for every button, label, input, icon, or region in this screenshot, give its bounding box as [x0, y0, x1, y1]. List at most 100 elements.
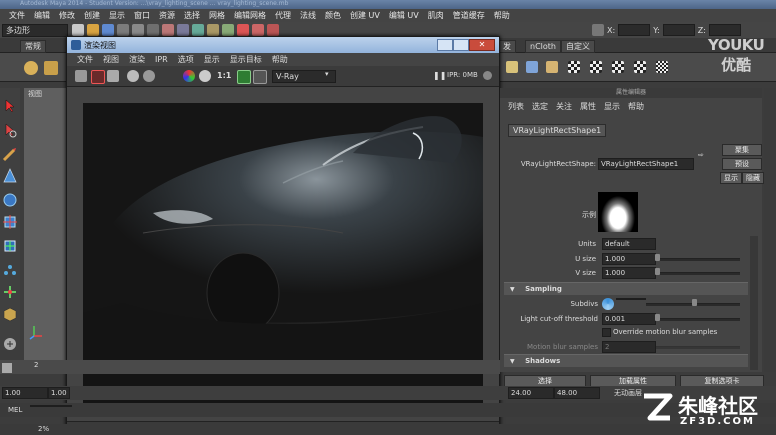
select-component-icon[interactable] [147, 24, 159, 36]
maya-menu-item-7[interactable]: 选择 [184, 10, 200, 21]
render-menu-item-5[interactable]: 显示 [204, 54, 220, 65]
u-size-slider[interactable] [656, 258, 740, 261]
render-menu-item-2[interactable]: 渲染 [129, 54, 145, 65]
ipr-icon[interactable] [127, 70, 139, 82]
shadows-section-header[interactable]: ▼ Shadows [504, 354, 748, 367]
motion-samples-slider[interactable] [656, 346, 740, 349]
remove-image-icon[interactable] [253, 70, 267, 84]
subdivs-slider-knob[interactable] [692, 299, 697, 306]
rotate-tool-icon[interactable] [2, 192, 18, 208]
ratio-label[interactable]: 1:1 [217, 71, 231, 80]
u-size-field[interactable]: 1.000 [602, 253, 656, 265]
maya-menu-item-3[interactable]: 创建 [84, 10, 100, 21]
mask-icon[interactable] [162, 24, 174, 36]
show-manip-icon[interactable] [2, 284, 18, 300]
override-checkbox[interactable] [602, 328, 611, 337]
motion-samples-field[interactable]: 2 [602, 341, 656, 353]
maya-menu-item-10[interactable]: 代理 [275, 10, 291, 21]
ae-menu-item-0[interactable]: 列表 [508, 101, 524, 112]
soft-mod-tool-icon[interactable] [2, 262, 18, 278]
cube-shelf-icon[interactable] [44, 61, 58, 75]
maya-menu-item-16[interactable]: 管道缓存 [453, 10, 485, 21]
manipulator-tool-icon[interactable] [2, 238, 18, 254]
maximize-button[interactable] [453, 39, 469, 51]
render-region-icon[interactable] [91, 70, 105, 84]
select-tool-icon[interactable] [2, 98, 18, 114]
cutoff-field[interactable]: 0.001 [602, 313, 656, 325]
maya-menu-item-12[interactable]: 颜色 [325, 10, 341, 21]
u-size-slider-knob[interactable] [655, 254, 660, 261]
checker-icon-2[interactable] [590, 61, 602, 73]
snap-grid-icon[interactable] [177, 24, 189, 36]
refresh-ipr-icon[interactable] [143, 70, 155, 82]
maya-menu-item-13[interactable]: 创建 UV [350, 10, 380, 21]
select-hierarchy-icon[interactable] [117, 24, 129, 36]
pause-icon[interactable]: ❚❚ [433, 71, 446, 80]
hide-button[interactable]: 隐藏 [742, 172, 764, 184]
move-tool-icon[interactable] [2, 168, 18, 184]
sampling-section-header[interactable]: ▼ Sampling [504, 282, 748, 295]
save-scene-icon[interactable] [102, 24, 114, 36]
ae-menu-item-3[interactable]: 属性 [580, 101, 596, 112]
render-settings-icon[interactable] [267, 24, 279, 36]
shelf-tab-partial[interactable]: 发 [498, 40, 516, 53]
maya-menu-item-8[interactable]: 网格 [209, 10, 225, 21]
redo-render-icon[interactable] [75, 70, 87, 82]
render-icon[interactable] [237, 24, 249, 36]
maya-menu-item-5[interactable]: 窗口 [134, 10, 150, 21]
ae-menu-item-1[interactable]: 选定 [532, 101, 548, 112]
mode-dropdown[interactable]: 多边形 [2, 24, 68, 37]
range-start-field[interactable]: 1.00 [48, 387, 70, 399]
rgb-channels-icon[interactable] [183, 70, 195, 82]
maya-menu-item-1[interactable]: 编辑 [34, 10, 50, 21]
ae-menu-item-5[interactable]: 帮助 [628, 101, 644, 112]
ae-menu-item-2[interactable]: 关注 [556, 101, 572, 112]
ipr-render-icon[interactable] [252, 24, 264, 36]
vray-light-icon[interactable] [506, 61, 518, 73]
current-time-marker[interactable] [2, 363, 12, 373]
end-time-field[interactable]: 48.00 [554, 387, 600, 399]
node-name-field[interactable]: VRayLightRectShape1 [598, 158, 694, 170]
close-button[interactable]: ✕ [469, 39, 495, 51]
snap-point-icon[interactable] [207, 24, 219, 36]
ae-scrollbar[interactable] [750, 236, 758, 370]
sphere-shelf-icon[interactable] [24, 61, 38, 75]
shelf-tab-general[interactable]: 常规 [20, 40, 46, 53]
maya-menu-item-2[interactable]: 修改 [59, 10, 75, 21]
checker-icon-3[interactable] [612, 61, 624, 73]
shelf-tab-ncloth[interactable]: nCloth [525, 40, 561, 53]
node-tab[interactable]: VRayLightRectShape1 [508, 124, 607, 137]
render-menu-item-7[interactable]: 帮助 [272, 54, 288, 65]
maya-menu-item-0[interactable]: 文件 [9, 10, 25, 21]
v-size-slider-knob[interactable] [655, 268, 660, 275]
checker-icon-4[interactable] [634, 61, 646, 73]
time-slider[interactable]: 2 [0, 360, 500, 374]
checker-icon-5[interactable] [656, 61, 668, 73]
history-icon[interactable] [222, 24, 234, 36]
subdivs-field[interactable] [616, 298, 646, 300]
cutoff-slider-knob[interactable] [655, 314, 660, 321]
range-end-field[interactable]: 24.00 [508, 387, 554, 399]
last-tool-icon[interactable] [2, 306, 18, 322]
render-menu-item-3[interactable]: IPR [155, 55, 168, 64]
maya-menu-item-15[interactable]: 肌肉 [428, 10, 444, 21]
shelf-tab-custom[interactable]: 自定义 [561, 40, 595, 53]
v-size-slider[interactable] [656, 272, 740, 275]
coord-y-field[interactable] [662, 24, 695, 36]
maya-menu-item-4[interactable]: 显示 [109, 10, 125, 21]
keep-image-icon[interactable] [237, 70, 251, 84]
units-dropdown[interactable]: default [602, 238, 656, 250]
input-line-icon[interactable] [592, 24, 604, 36]
ae-menu-item-4[interactable]: 显示 [604, 101, 620, 112]
render-menu-item-4[interactable]: 选项 [178, 54, 194, 65]
maya-menu-item-11[interactable]: 法线 [300, 10, 316, 21]
maya-menu-item-17[interactable]: 帮助 [494, 10, 510, 21]
vray-sphere-icon[interactable] [546, 61, 558, 73]
new-scene-icon[interactable] [72, 24, 84, 36]
show-button[interactable]: 显示 [720, 172, 742, 184]
maya-menu-item-6[interactable]: 资源 [159, 10, 175, 21]
side-tab-strip[interactable] [764, 88, 776, 372]
open-scene-icon[interactable] [87, 24, 99, 36]
minimize-button[interactable] [437, 39, 453, 51]
maya-menu-item-9[interactable]: 编辑网格 [234, 10, 266, 21]
